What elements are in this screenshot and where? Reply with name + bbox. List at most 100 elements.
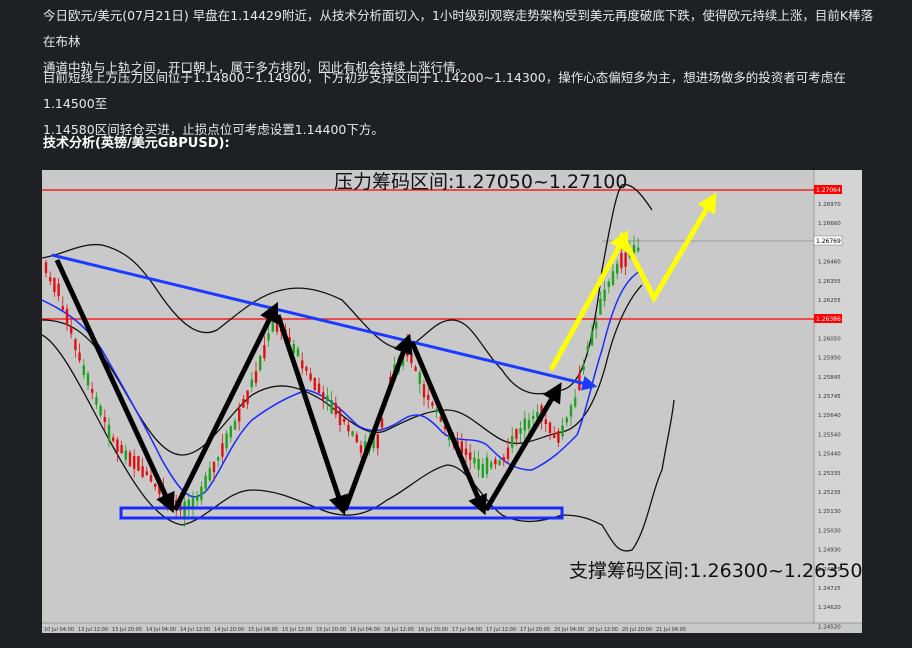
price-tick-label: 1.26970 (818, 202, 841, 208)
candle-body (259, 355, 262, 371)
price-tick-label: 1.24620 (818, 605, 841, 611)
time-tick-label: 13 Jul 20:00 (112, 627, 142, 633)
price-tick-label: 1.26660 (818, 221, 841, 227)
price-tick-label: 1.25950 (818, 356, 841, 362)
candle-body (292, 343, 295, 354)
candle-body (506, 447, 510, 460)
candle-body (334, 402, 337, 415)
candle-body (347, 424, 350, 432)
candle-body (233, 420, 237, 430)
time-axis: 10 Jul 04:00 13 Jul 12:00 13 Jul 20:00 14 J… (44, 627, 686, 633)
candle-body (595, 321, 598, 329)
candle-body (149, 475, 153, 482)
paragraph-2-line-1: 目前短线上方压力区间位于1.14800~1.14900，下方初步支撑区间于1.1… (43, 70, 846, 111)
candle-body (229, 426, 232, 438)
candle-body (422, 384, 426, 398)
candle-body (271, 318, 274, 332)
time-tick-label: 16 Jul 20:00 (418, 627, 448, 633)
candle-body (511, 435, 514, 448)
time-tick-label: 15 Jul 04:00 (248, 627, 278, 633)
candle-body (603, 289, 606, 301)
time-tick-label: 15 Jul 20:00 (316, 627, 346, 633)
price-tick-label: 1.26460 (818, 260, 841, 266)
candle-body (435, 409, 438, 413)
candle-body (305, 367, 308, 371)
candle-body (309, 373, 312, 381)
price-tick-label: 1.26355 (818, 279, 841, 285)
gbpusd-chart: 1.269701.266601.265601.264601.263551.262… (42, 170, 862, 633)
price-tick-label: 1.25540 (818, 432, 841, 438)
candle-body (502, 456, 505, 462)
candle-body (212, 461, 216, 473)
candle-body (586, 346, 589, 352)
candle-body (246, 390, 249, 404)
candle-body (490, 462, 493, 468)
yellow-arrow-2 (619, 192, 717, 304)
candle-body (527, 419, 531, 429)
candle-body (238, 408, 241, 422)
candle-body (485, 457, 489, 475)
candle-body (498, 460, 501, 466)
candle-body (141, 466, 144, 477)
candle-body (481, 464, 484, 478)
candle-body (44, 262, 48, 274)
time-tick-label: 16 Jul 12:00 (384, 627, 414, 633)
candle-body (637, 247, 640, 252)
candlesticks (44, 235, 640, 527)
candle-body (427, 394, 430, 400)
price-tick-label: 1.25845 (818, 375, 841, 381)
candle-body (376, 434, 379, 449)
price-tick-label: 1.25640 (818, 413, 841, 419)
candle-body (317, 383, 321, 393)
candle-body (532, 415, 535, 420)
price-tick-label: 1.25235 (818, 490, 841, 496)
time-tick-label: 17 Jul 04:00 (452, 627, 482, 633)
candle-body (519, 428, 522, 434)
candle-body (137, 456, 140, 471)
descending-trendline-arrow (51, 253, 598, 391)
candle-body (221, 443, 224, 457)
time-tick-label: 15 Jul 12:00 (282, 627, 312, 633)
black-arrow-4 (342, 333, 413, 511)
candle-body (410, 355, 413, 364)
candle-body (57, 283, 60, 297)
time-tick-label: 20 Jul 04:00 (554, 627, 584, 633)
time-tick-label: 21 Jul 04:00 (656, 627, 686, 633)
candle-body (616, 263, 619, 274)
candle-body (107, 424, 111, 441)
price-tick-label: 1.25030 (818, 528, 841, 534)
candle-body (380, 418, 384, 428)
candle-body (217, 457, 220, 461)
candle-body (128, 452, 132, 467)
price-tick-label: 1.26255 (818, 298, 841, 304)
time-tick-label: 20 Jul 12:00 (588, 627, 618, 633)
price-tick-label: 1.24725 (818, 586, 841, 592)
candle-body (418, 372, 421, 384)
candle-body (590, 331, 594, 346)
candle-body (607, 281, 610, 287)
candle-body (296, 348, 300, 357)
candle-body (145, 471, 148, 476)
resistance-zone-label: 压力筹码区间:1.27050~1.27100 (334, 171, 627, 193)
time-tick-label: 14 Jul 12:00 (180, 627, 210, 633)
candle-body (133, 455, 136, 469)
black-arrow-6 (483, 382, 562, 512)
time-tick-label: 10 Jul 04:00 (44, 627, 74, 633)
candle-body (95, 397, 98, 405)
candle-body (477, 458, 480, 470)
candle-body (99, 406, 102, 416)
candle-body (582, 365, 585, 371)
candle-body (557, 431, 560, 443)
candle-body (561, 425, 564, 437)
candle-body (263, 345, 266, 359)
candle-body (313, 378, 316, 391)
price-tick-label: 1.25745 (818, 394, 841, 400)
candle-body (322, 392, 325, 400)
black-arrow-2 (172, 301, 279, 512)
candle-body (124, 450, 127, 460)
moving-average-line (42, 269, 643, 498)
candle-body (338, 408, 342, 426)
candle-body (544, 419, 547, 425)
time-tick-label: 16 Jul 04:00 (350, 627, 380, 633)
candle-body (120, 445, 123, 454)
